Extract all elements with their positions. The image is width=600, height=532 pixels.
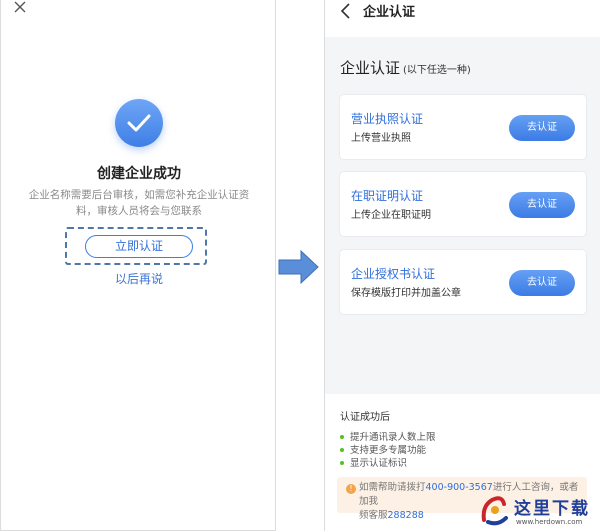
- flow-arrow-icon: [277, 248, 321, 290]
- verify-now-button[interactable]: 立即认证: [85, 235, 193, 258]
- watermark-name: 这里下载: [514, 499, 590, 519]
- bullet-icon: [340, 447, 344, 452]
- help-prefix2: 频客服: [359, 510, 388, 521]
- card-business-license: 营业执照认证 上传营业执照 去认证: [339, 94, 587, 160]
- watermark-logo-icon: [478, 490, 510, 528]
- success-description: 企业名称需要后台审核，如需您补充企业认证资 料，审核人员将会与您联系: [19, 187, 259, 219]
- help-qq-link[interactable]: 288288: [388, 510, 424, 521]
- create-success-screen: 创建企业成功 企业名称需要后台审核，如需您补充企业认证资 料，审核人员将会与您联…: [0, 0, 276, 531]
- card-subtitle: 保存模版打印并加盖公章: [351, 288, 461, 299]
- card-employment-proof: 在职证明认证 上传企业在职证明 去认证: [339, 171, 587, 237]
- verify-employment-proof-button[interactable]: 去认证: [509, 192, 575, 218]
- benefits-title: 认证成功后: [340, 412, 390, 423]
- card-title: 企业授权书认证: [351, 267, 436, 281]
- benefit-item: 支持更多专属功能: [340, 442, 426, 456]
- card-title: 营业执照认证: [351, 112, 424, 126]
- bullet-icon: [340, 460, 344, 465]
- card-subtitle: 上传企业在职证明: [351, 210, 431, 221]
- section-title: 企业认证 (以下任选一种): [340, 57, 471, 78]
- benefit-item: 提升通讯录人数上限: [340, 429, 436, 443]
- nav-title: 企业认证: [363, 5, 416, 20]
- description-line-2: 料，审核人员将会与您联系: [76, 205, 202, 217]
- info-icon: !: [346, 484, 356, 494]
- success-check-icon: [115, 99, 163, 147]
- site-watermark: 这里下载 www.herdown.com: [478, 488, 600, 531]
- nav-bar: 企业认证: [325, 0, 600, 37]
- card-subtitle: 上传营业执照: [351, 133, 411, 144]
- verify-authorization-letter-button[interactable]: 去认证: [509, 270, 575, 296]
- close-icon[interactable]: [11, 0, 31, 20]
- later-link[interactable]: 以后再说: [1, 270, 277, 287]
- back-chevron-icon[interactable]: [339, 2, 353, 24]
- benefit-item: 显示认证标识: [340, 455, 407, 469]
- bullet-icon: [340, 434, 344, 439]
- benefit-text: 显示认证标识: [350, 458, 408, 469]
- section-title-text: 企业认证: [340, 59, 401, 77]
- watermark-url: www.herdown.com: [516, 518, 583, 526]
- success-title: 创建企业成功: [97, 166, 181, 182]
- section-hint: (以下任选一种): [403, 65, 471, 76]
- card-title: 在职证明认证: [351, 189, 424, 203]
- card-authorization-letter: 企业授权书认证 保存模版打印并加盖公章 去认证: [339, 249, 587, 315]
- verify-business-license-button[interactable]: 去认证: [509, 115, 575, 141]
- description-line-1: 企业名称需要后台审核，如需您补充企业认证资: [28, 189, 250, 201]
- help-prefix: 如需帮助请拨打: [359, 482, 426, 493]
- enterprise-verification-screen: 企业认证 企业认证 (以下任选一种) 营业执照认证 上传营业执照 去认证 在职证明…: [324, 0, 600, 531]
